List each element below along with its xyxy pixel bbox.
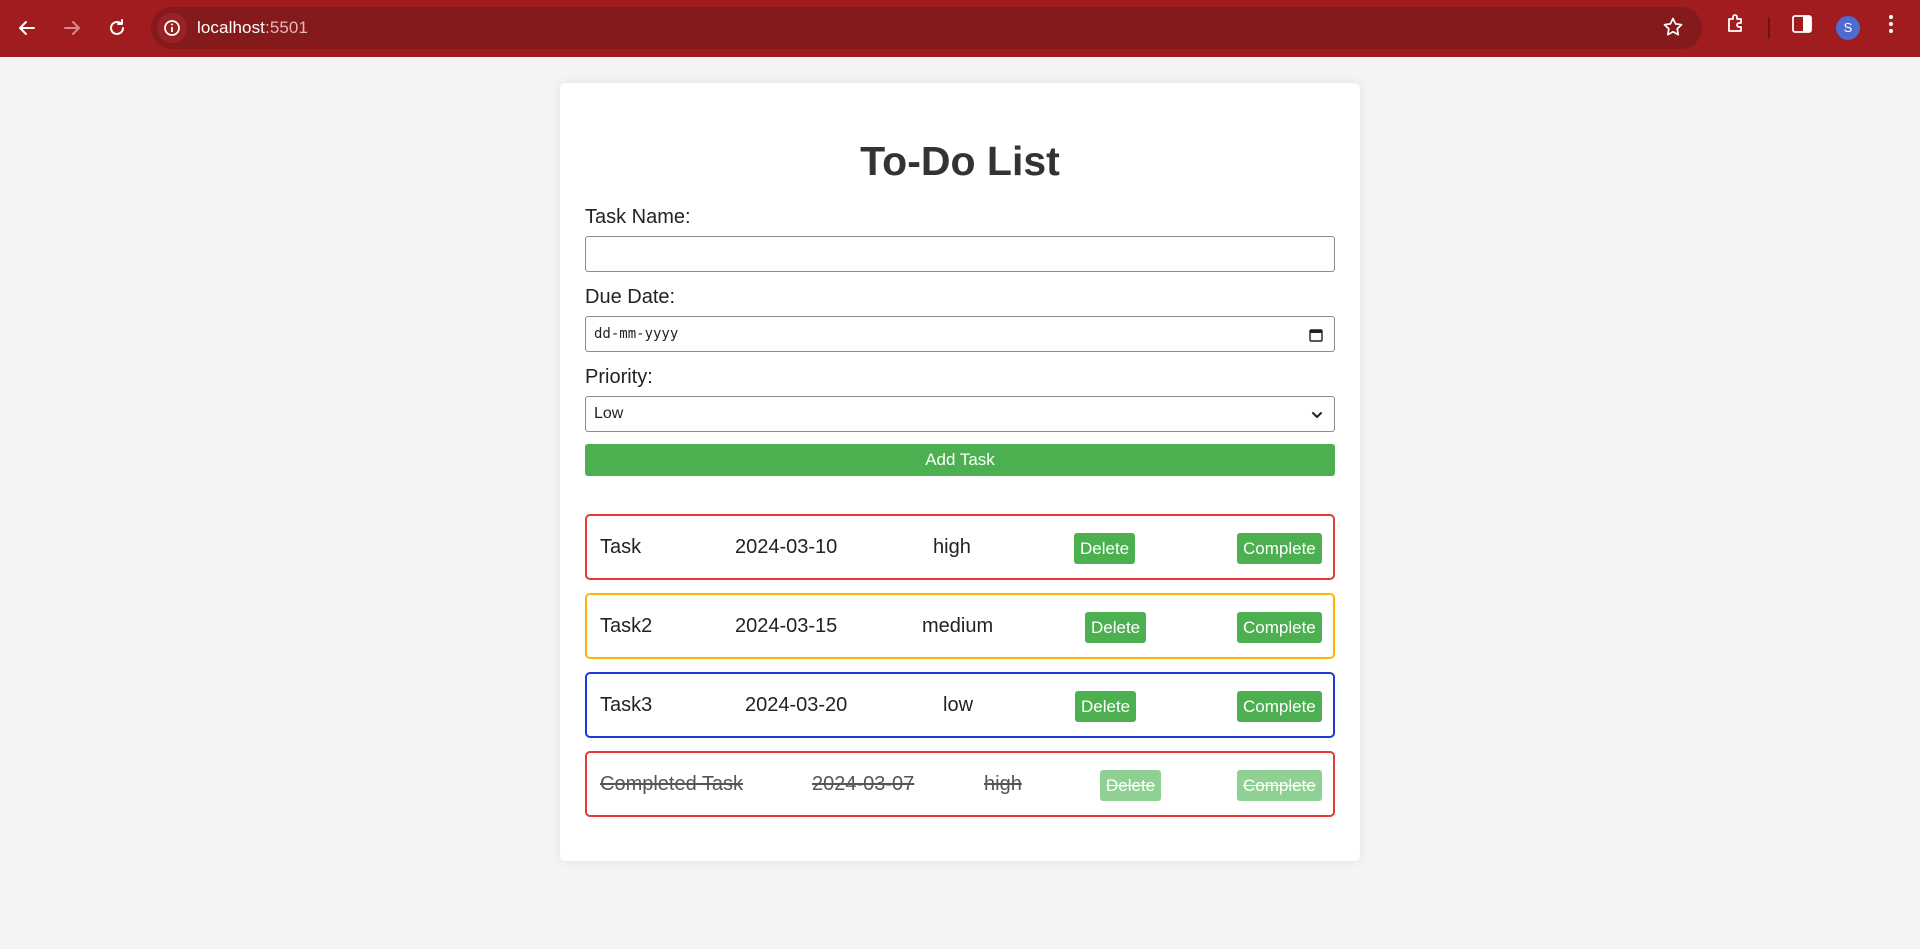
task-name: Task3 <box>600 694 653 716</box>
todo-card: To-Do List Task Name: Due Date: dd-mm-yy… <box>560 83 1360 861</box>
task-priority: high <box>933 536 971 558</box>
chevron-down-icon <box>1312 412 1322 418</box>
page-title: To-Do List <box>860 138 1060 184</box>
more-menu-icon[interactable] <box>1883 12 1899 41</box>
task-name-input[interactable] <box>585 236 1335 272</box>
delete-button[interactable]: Delete <box>1075 691 1137 722</box>
task-name-label: Task Name: <box>585 206 691 228</box>
complete-button[interactable]: Complete <box>1237 691 1322 722</box>
browser-toolbar: localhost:5501 S <box>0 0 1920 57</box>
delete-button[interactable]: Delete <box>1074 533 1136 564</box>
task-due-date: 2024-03-07 <box>812 773 915 795</box>
complete-button[interactable]: Complete <box>1237 612 1322 643</box>
task-item: Task3 2024-03-20 low Delete Complete <box>585 672 1335 738</box>
bookmark-star-icon[interactable] <box>1662 16 1684 43</box>
priority-select[interactable]: Low <box>585 396 1335 432</box>
reload-icon <box>110 19 124 35</box>
task-list: Task 2024-03-10 high Delete Complete Tas… <box>585 514 1335 817</box>
forward-arrow-icon <box>64 21 80 35</box>
side-panel-icon[interactable] <box>1790 12 1814 41</box>
url-port: :5501 <box>265 18 309 37</box>
complete-button[interactable]: Complete <box>1237 533 1322 564</box>
url-text: localhost:5501 <box>197 18 308 38</box>
delete-button[interactable]: Delete <box>1100 770 1162 801</box>
back-arrow-icon <box>19 21 35 35</box>
task-due-date: 2024-03-15 <box>735 615 838 637</box>
extensions-icon[interactable] <box>1724 12 1748 41</box>
forward-button[interactable] <box>54 10 90 46</box>
task-priority: low <box>943 694 974 716</box>
priority-selected-value: Low <box>594 405 624 422</box>
task-item: Task2 2024-03-15 medium Delete Complete <box>585 593 1335 659</box>
address-bar[interactable]: localhost:5501 <box>151 7 1702 49</box>
back-button[interactable] <box>9 10 45 46</box>
task-name: Completed Task <box>600 773 744 795</box>
url-host: localhost <box>197 18 265 37</box>
profile-avatar[interactable]: S <box>1836 16 1860 40</box>
delete-button[interactable]: Delete <box>1085 612 1147 643</box>
task-name: Task2 <box>600 615 653 637</box>
task-priority: high <box>984 773 1022 795</box>
complete-button[interactable]: Complete <box>1237 770 1322 801</box>
calendar-icon[interactable] <box>1308 327 1324 343</box>
priority-label: Priority: <box>585 366 653 388</box>
site-info-icon[interactable] <box>157 13 187 43</box>
task-item: Completed Task 2024-03-07 high Delete Co… <box>585 751 1335 817</box>
task-item: Task 2024-03-10 high Delete Complete <box>585 514 1335 580</box>
reload-button[interactable] <box>99 10 135 46</box>
task-name: Task <box>600 536 642 558</box>
task-priority: medium <box>922 615 994 637</box>
due-date-label: Due Date: <box>585 286 676 308</box>
toolbar-separator <box>1768 17 1770 39</box>
due-date-placeholder: dd-mm-yyyy <box>594 326 679 342</box>
add-task-button[interactable]: Add Task <box>585 444 1335 476</box>
due-date-input[interactable]: dd-mm-yyyy <box>585 316 1335 352</box>
task-due-date: 2024-03-10 <box>735 536 838 558</box>
task-due-date: 2024-03-20 <box>745 694 848 716</box>
